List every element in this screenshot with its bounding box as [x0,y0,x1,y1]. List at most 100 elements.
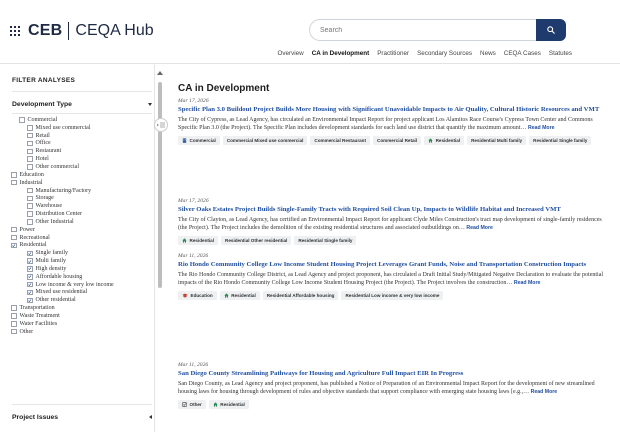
filter-option[interactable]: Other [0,328,155,336]
nav-item-practitioner[interactable]: Practitioner [373,50,413,57]
sidebar-scrollbar[interactable] [158,82,162,288]
scroll-up-arrow[interactable] [157,71,163,75]
category-tag[interactable]: Commercial Mixed use commercial [222,136,308,146]
filter-checkbox[interactable] [27,148,33,155]
category-tag[interactable]: Residential Low income & very low income [341,291,444,301]
filter-option[interactable]: Waste Treatment [0,312,155,320]
filter-option[interactable]: Single family [0,249,155,257]
filter-option[interactable]: Retail [0,132,155,140]
category-tag[interactable]: Commercial [178,136,220,146]
category-tag[interactable]: Commercial Restaurant [310,136,370,146]
development-type-toggle[interactable]: Development Type [12,98,152,110]
filter-option[interactable]: Storage [0,194,155,202]
filter-checkbox[interactable] [27,156,33,162]
filter-option[interactable]: Power [0,226,155,234]
category-tag[interactable]: Residential Other residential [221,236,292,246]
article-title-link[interactable]: Rio Hondo Community College Low Income S… [178,261,608,269]
filter-option[interactable]: Residential [0,242,155,250]
filter-checkbox[interactable] [11,313,17,319]
filter-option[interactable]: Hotel [0,155,155,163]
nav-item-overview[interactable]: Overview [273,50,307,57]
article-card: Mar 11, 2026 Rio Hondo Community College … [178,253,608,301]
filter-checkbox[interactable] [11,226,17,233]
filter-checkbox[interactable] [11,234,17,241]
filter-checkbox[interactable] [27,281,33,288]
filter-checkbox[interactable] [27,289,33,296]
category-tag[interactable]: Residential [208,400,249,410]
filter-option[interactable]: Office [0,140,155,148]
article-title-link[interactable]: San Diego County Streamlining Pathways f… [178,370,608,378]
filter-option[interactable]: Warehouse [0,202,155,210]
category-tag[interactable]: Residential [178,236,219,246]
filter-option[interactable]: Industrial [0,179,155,187]
filter-checkbox[interactable] [11,172,17,178]
filter-checkbox[interactable] [27,211,33,217]
filter-option-label: Warehouse [35,203,63,210]
nav-item-news[interactable]: News [476,50,500,57]
apps-grid-icon[interactable] [10,26,20,36]
nav-item-ceqa-cases[interactable]: CEQA Cases [500,50,545,57]
brand-logo[interactable]: CEB CEQA Hub [10,20,154,42]
filter-option[interactable]: High density [0,265,155,273]
filter-checkbox[interactable] [27,297,33,304]
filter-option[interactable]: Commercial [0,116,155,124]
category-tag[interactable]: Education [178,291,217,301]
read-more-link[interactable]: Read More [514,280,541,286]
filter-option[interactable]: Mixed use residential [0,289,155,297]
category-tag[interactable]: Residential Single family [294,236,357,246]
filter-checkbox[interactable] [11,179,17,186]
filter-option-label: Other residential [35,297,76,304]
filter-checkbox[interactable] [27,250,33,257]
category-tag[interactable]: Residential [219,291,260,301]
filter-checkbox[interactable] [11,321,17,327]
filter-checkbox[interactable] [11,328,17,335]
read-more-link[interactable]: Read More [531,389,558,395]
filter-checkbox[interactable] [11,305,17,311]
filter-checkbox[interactable] [11,242,17,249]
category-tag-label: Residential Other residential [225,238,288,244]
nav-item-statutes[interactable]: Statutes [545,50,576,57]
filter-checkbox[interactable] [27,187,33,194]
filter-option[interactable]: Other residential [0,296,155,304]
filter-checkbox[interactable] [27,140,33,147]
filter-checkbox[interactable] [27,219,33,225]
filter-option[interactable]: Water Facilities [0,320,155,328]
search-input[interactable] [309,19,536,41]
filter-option[interactable]: Manufacturing/Factory [0,187,155,195]
filter-checkbox[interactable] [27,266,33,272]
nav-item-ca-in-development[interactable]: CA in Development [308,50,374,57]
filter-option[interactable]: Education [0,171,155,179]
filter-checkbox[interactable] [27,195,33,202]
category-tag[interactable]: Residential Affordable housing [262,291,339,301]
filter-option[interactable]: Other Industrial [0,218,155,226]
filter-option[interactable]: Multi family [0,257,155,265]
read-more-link[interactable]: Read More [528,125,555,131]
search-button[interactable] [536,19,566,41]
project-issues-toggle[interactable]: Project Issues [12,411,152,423]
filter-option[interactable]: Transportation [0,304,155,312]
category-tag[interactable]: Residential Multi family [467,136,527,146]
filter-option[interactable]: Restaurant [0,147,155,155]
filter-option[interactable]: Low income & very low income [0,281,155,289]
category-tag[interactable]: Commercial Retail [373,136,422,146]
nav-item-secondary-sources[interactable]: Secondary Sources [413,50,476,57]
article-title-link[interactable]: Silver Oaks Estates Project Builds Singl… [178,206,608,214]
filter-checkbox[interactable] [27,125,33,131]
filter-option[interactable]: Affordable housing [0,273,155,281]
filter-checkbox[interactable] [27,274,33,280]
filter-option[interactable]: Distribution Center [0,210,155,218]
filter-option[interactable]: Other commercial [0,163,155,171]
filter-checkbox[interactable] [27,203,33,209]
category-tag[interactable]: Other [178,400,206,410]
category-tag[interactable]: Residential Single family [529,136,592,146]
filter-checkbox[interactable] [19,117,25,123]
filter-option[interactable]: Mixed use commercial [0,124,155,132]
category-tag[interactable]: Residential [424,136,465,146]
sidebar-collapse-toggle[interactable] [154,118,168,132]
article-title-link[interactable]: Specific Plan 3.0 Buildout Project Build… [178,106,608,114]
read-more-link[interactable]: Read More [466,225,493,231]
filter-checkbox[interactable] [27,132,33,139]
filter-option[interactable]: Recreational [0,234,155,242]
filter-checkbox[interactable] [27,164,33,170]
filter-checkbox[interactable] [27,258,33,264]
